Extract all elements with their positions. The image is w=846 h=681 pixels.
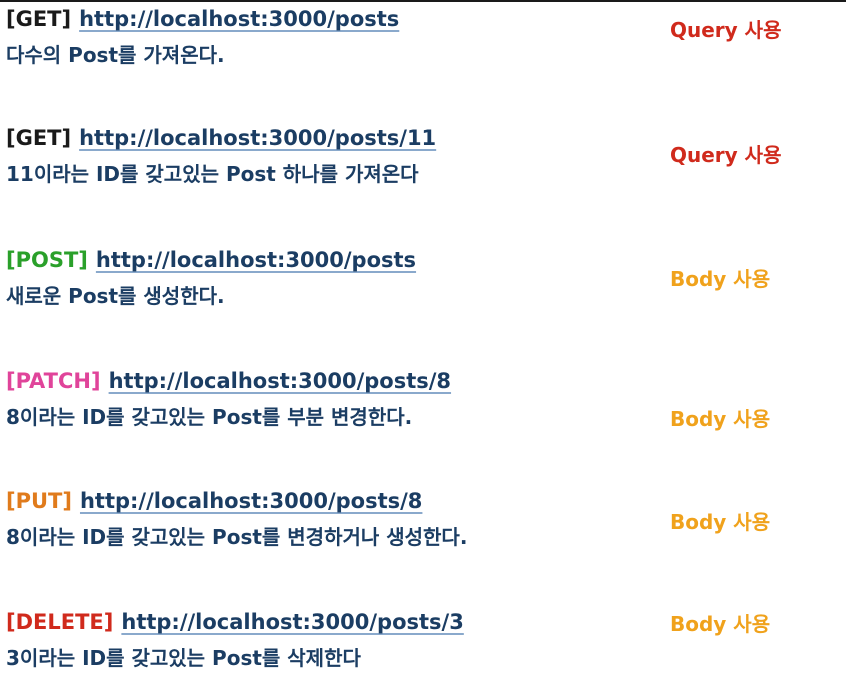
endpoint-line: [PATCH] http://localhost:3000/posts/8 (6, 367, 646, 395)
usage-label: Body 사용 (670, 407, 771, 431)
endpoint-description: 새로운 Post를 생성한다. (6, 284, 225, 308)
endpoint-line: [PUT] http://localhost:3000/posts/8 (6, 487, 646, 515)
endpoint-url-link[interactable]: http://localhost:3000/posts (96, 246, 416, 274)
endpoint-description: 8이라는 ID를 갖고있는 Post를 부분 변경한다. (6, 405, 413, 429)
endpoint-url-link[interactable]: http://localhost:3000/posts/8 (80, 487, 422, 515)
endpoint-put-post: [PUT] http://localhost:3000/posts/8 8이라는… (6, 487, 646, 550)
endpoint-line: [GET] http://localhost:3000/posts (6, 5, 646, 33)
endpoint-patch-post: [PATCH] http://localhost:3000/posts/8 8이… (6, 367, 646, 430)
endpoint-delete-post: [DELETE] http://localhost:3000/posts/3 3… (6, 608, 646, 671)
usage-label: Body 사용 (670, 510, 771, 534)
endpoint-url-link[interactable]: http://localhost:3000/posts/11 (79, 124, 436, 152)
endpoint-description: 3이라는 ID를 갖고있는 Post를 삭제한다 (6, 646, 361, 670)
http-method-label: [PUT] (6, 489, 72, 513)
endpoint-url-link[interactable]: http://localhost:3000/posts/3 (121, 608, 463, 636)
top-divider (0, 0, 846, 2)
usage-label: Query 사용 (670, 18, 782, 42)
usage-label: Body 사용 (670, 612, 771, 636)
http-method-label: [GET] (6, 126, 72, 150)
endpoint-line: [DELETE] http://localhost:3000/posts/3 (6, 608, 646, 636)
endpoint-post-posts: [POST] http://localhost:3000/posts 새로운 P… (6, 246, 646, 309)
endpoint-url-link[interactable]: http://localhost:3000/posts/8 (109, 367, 451, 395)
endpoint-line: [GET] http://localhost:3000/posts/11 (6, 124, 646, 152)
usage-label: Query 사용 (670, 143, 782, 167)
http-method-label: [DELETE] (6, 610, 114, 634)
endpoint-get-post-by-id: [GET] http://localhost:3000/posts/11 11이… (6, 124, 646, 187)
http-method-label: [PATCH] (6, 369, 101, 393)
endpoint-line: [POST] http://localhost:3000/posts (6, 246, 646, 274)
http-method-label: [GET] (6, 7, 72, 31)
endpoint-url-link[interactable]: http://localhost:3000/posts (79, 5, 399, 33)
endpoint-description: 다수의 Post를 가져온다. (6, 43, 225, 67)
endpoint-get-posts: [GET] http://localhost:3000/posts 다수의 Po… (6, 5, 646, 68)
http-method-label: [POST] (6, 248, 88, 272)
usage-label: Body 사용 (670, 267, 771, 291)
endpoint-description: 8이라는 ID를 갖고있는 Post를 변경하거나 생성한다. (6, 525, 468, 549)
endpoint-description: 11이라는 ID를 갖고있는 Post 하나를 가져온다 (6, 162, 419, 186)
